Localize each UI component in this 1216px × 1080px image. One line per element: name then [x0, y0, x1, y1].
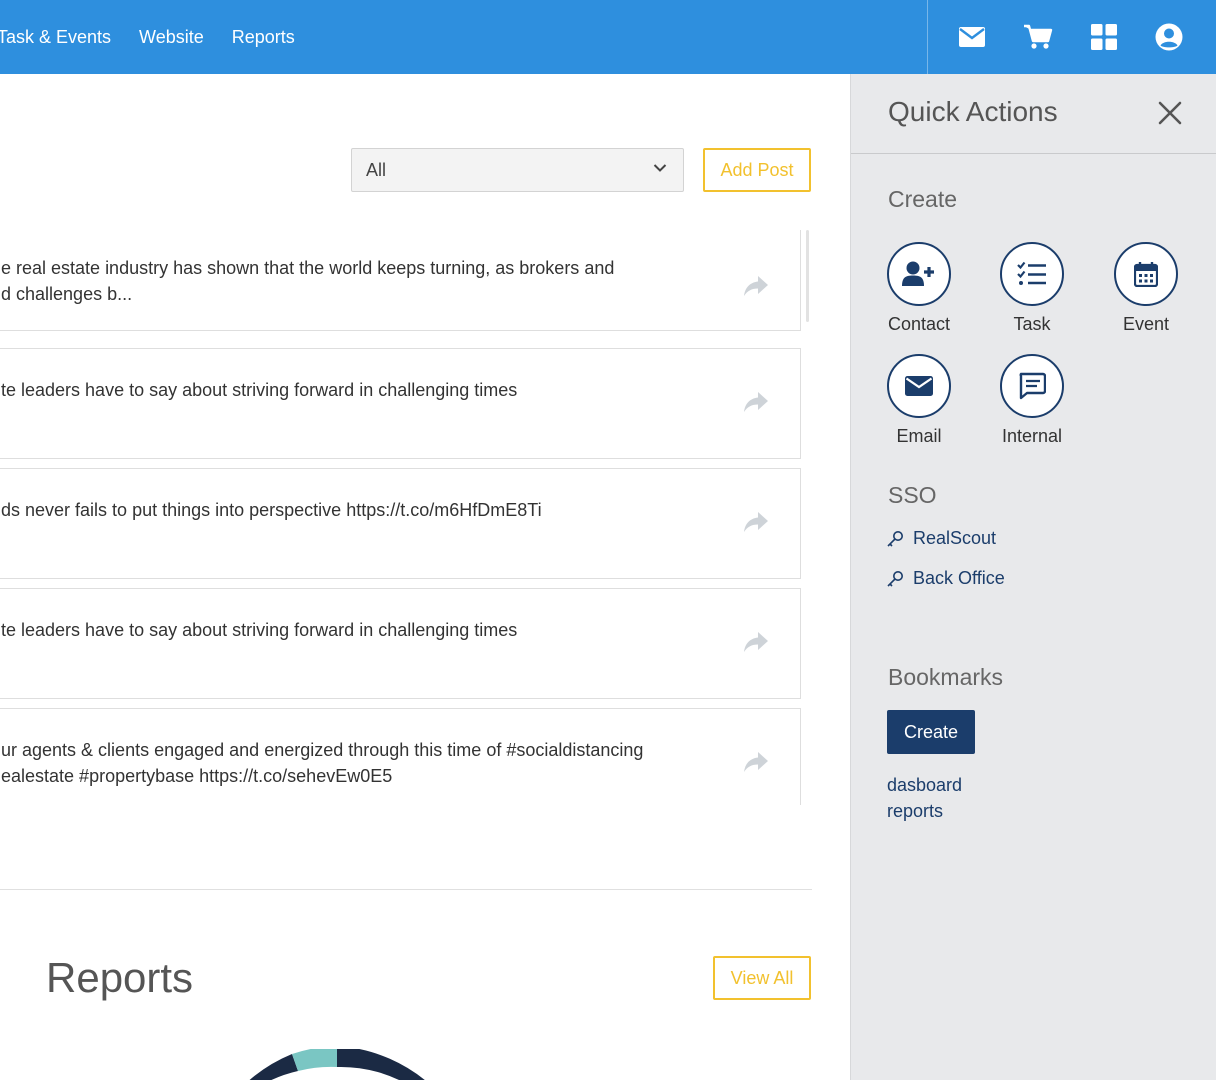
nav-link-website[interactable]: Website	[139, 27, 204, 48]
post-item: ds never fails to put things into perspe…	[0, 468, 801, 579]
create-task-button[interactable]: Task	[976, 242, 1088, 335]
create-contact-button[interactable]: Contact	[863, 242, 975, 335]
post-item: ur agents & clients engaged and energize…	[0, 708, 801, 805]
bookmark-link-dashboard-reports[interactable]: dasboard reports	[887, 772, 1007, 824]
grid-icon[interactable]	[1087, 20, 1121, 54]
sso-link-label: Back Office	[913, 568, 1005, 588]
post-item: te leaders have to say about striving fo…	[0, 588, 801, 699]
create-email-circle	[887, 354, 951, 418]
nav-divider	[927, 0, 928, 74]
sso-link-back-office[interactable]: Back Office	[886, 568, 1005, 589]
nav-links-container: s Task & Events Website Reports	[0, 0, 927, 74]
create-internal-circle	[1000, 354, 1064, 418]
feed-scrollbar[interactable]	[806, 230, 809, 322]
key-icon	[887, 530, 903, 547]
create-internal-button[interactable]: Internal	[976, 354, 1088, 447]
quick-actions-header: Quick Actions	[851, 74, 1216, 154]
donut-segment-navy	[337, 1049, 425, 1080]
create-event-button[interactable]: Event	[1090, 242, 1202, 335]
reports-donut-chart	[249, 1049, 425, 1080]
envelope-icon[interactable]	[955, 20, 989, 54]
post-item: te leaders have to say about striving fo…	[0, 348, 801, 459]
create-event-circle	[1114, 242, 1178, 306]
post-text: ur agents & clients engaged and energize…	[1, 740, 644, 786]
create-task-label: Task	[1013, 314, 1051, 334]
nav-links: s Task & Events Website Reports	[0, 0, 927, 74]
user-icon[interactable]	[1152, 20, 1186, 54]
chat-icon	[1019, 372, 1046, 400]
donut-segment-navy	[249, 1054, 298, 1080]
reports-title: Reports	[46, 954, 194, 1001]
post-item: e real estate industry has shown that th…	[0, 230, 801, 331]
sso-link-realscout[interactable]: RealScout	[886, 528, 996, 549]
view-all-button[interactable]: View All	[713, 956, 811, 1000]
envelope-icon	[905, 376, 933, 396]
create-internal-label: Internal	[1001, 426, 1063, 446]
post-text: ds never fails to put things into perspe…	[1, 500, 542, 520]
create-bookmark-button[interactable]: Create	[887, 710, 975, 754]
create-contact-circle	[887, 242, 951, 306]
key-icon	[887, 570, 903, 587]
nav-link-tasks-events[interactable]: Task & Events	[0, 27, 111, 48]
sso-link-label: RealScout	[913, 528, 997, 548]
nav-link-reports[interactable]: Reports	[232, 27, 295, 48]
post-filter-select[interactable]: All	[351, 148, 684, 192]
share-icon[interactable]	[743, 390, 769, 414]
bookmarks-heading: Bookmarks	[888, 664, 1004, 690]
filter-value: All	[366, 159, 387, 180]
share-icon[interactable]	[743, 510, 769, 534]
quick-actions-panel: Quick Actions Create Contact Task Event …	[850, 74, 1216, 1080]
add-post-button[interactable]: Add Post	[703, 148, 811, 192]
chevron-down-icon	[653, 164, 667, 172]
calendar-icon	[1134, 262, 1158, 287]
cart-icon[interactable]	[1021, 20, 1055, 54]
post-text: e real estate industry has shown that th…	[1, 258, 615, 304]
main-content: All Add Post e real estate industry has …	[0, 74, 850, 1080]
create-email-label: Email	[896, 426, 942, 446]
section-divider	[0, 889, 812, 890]
top-nav: s Task & Events Website Reports	[0, 0, 1216, 74]
share-icon[interactable]	[743, 630, 769, 654]
share-icon[interactable]	[743, 750, 769, 774]
add-user-icon	[902, 261, 934, 286]
checklist-icon	[1017, 261, 1046, 285]
donut-segment-teal	[292, 1049, 337, 1071]
create-email-button[interactable]: Email	[863, 354, 975, 447]
create-contact-label: Contact	[887, 314, 951, 334]
create-task-circle	[1000, 242, 1064, 306]
social-feed-list[interactable]: e real estate industry has shown that th…	[0, 230, 812, 805]
post-text: te leaders have to say about striving fo…	[1, 620, 518, 640]
share-icon[interactable]	[743, 274, 769, 298]
sso-heading: SSO	[888, 482, 937, 508]
create-heading: Create	[888, 186, 958, 212]
quick-actions-title: Quick Actions	[888, 96, 1058, 127]
close-icon[interactable]	[1157, 100, 1183, 126]
post-text: te leaders have to say about striving fo…	[1, 380, 518, 400]
create-event-label: Event	[1122, 314, 1170, 334]
